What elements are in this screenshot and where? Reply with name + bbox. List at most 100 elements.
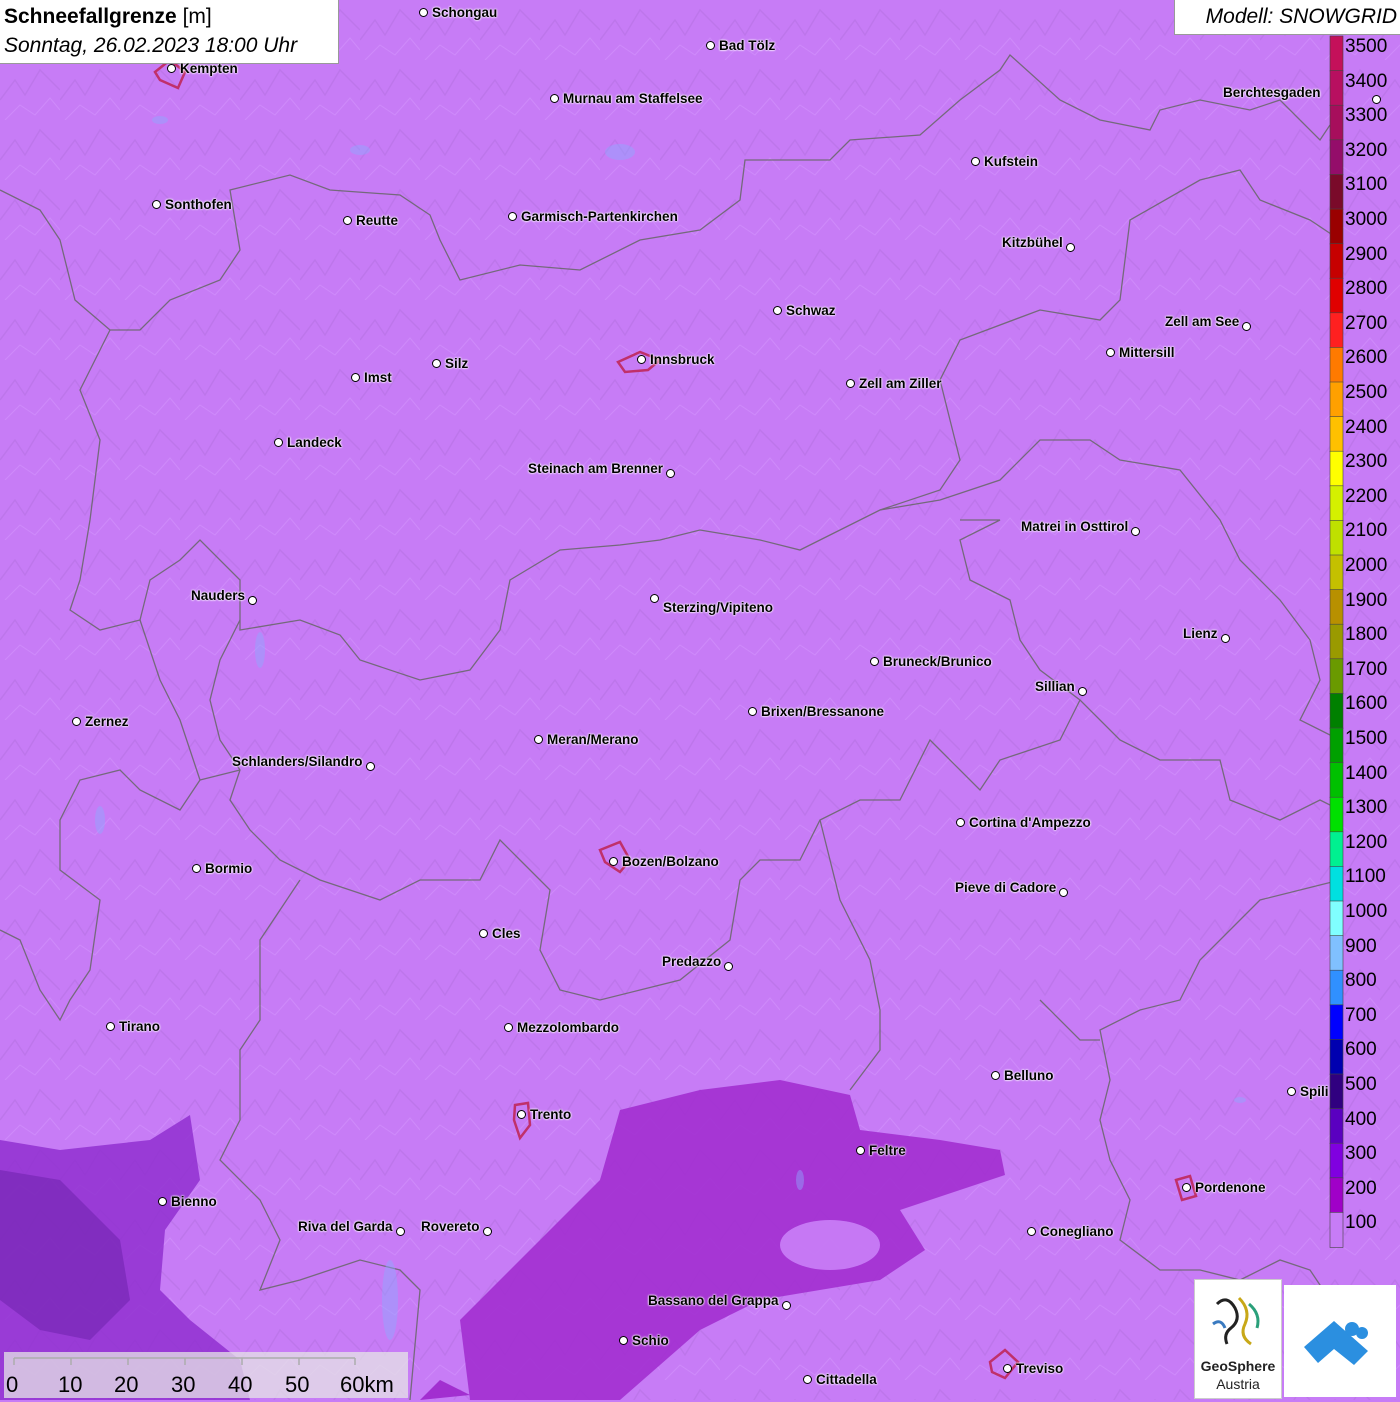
legend-swatch	[1329, 866, 1344, 902]
legend-swatch	[1329, 831, 1344, 868]
geosphere-logo: GeoSphere Austria	[1194, 1279, 1282, 1399]
city-label: Pieve di Cadore	[955, 880, 1057, 895]
city-marker	[724, 962, 733, 971]
legend-label: 900	[1345, 935, 1377, 957]
city-marker	[248, 596, 257, 605]
city-label: Bassano del Grappa	[648, 1293, 779, 1308]
legend-label: 2800	[1345, 278, 1388, 300]
legend-swatch	[1329, 623, 1344, 660]
geosphere-name: GeoSphere	[1200, 1358, 1276, 1374]
city-label: Schio	[632, 1333, 669, 1348]
city-marker	[517, 1110, 526, 1119]
legend-label: 700	[1345, 1004, 1377, 1026]
city-marker	[650, 594, 659, 603]
city-marker	[351, 373, 360, 382]
scale-tick: 30	[171, 1372, 196, 1397]
city-label: Mittersill	[1119, 345, 1175, 360]
city-label: Kempten	[180, 61, 238, 76]
city-label: Silz	[445, 356, 469, 371]
legend-swatch	[1329, 658, 1344, 695]
city-label: Sterzing/Vipiteno	[663, 600, 774, 615]
map-title: Schneefallgrenze [m]	[4, 5, 212, 29]
legend-label: 1200	[1345, 831, 1388, 853]
legend-label: 800	[1345, 970, 1377, 992]
city-marker	[706, 41, 715, 50]
scale-tick: 10	[58, 1372, 83, 1397]
city-label: Lienz	[1183, 626, 1218, 641]
city-label: Sonthofen	[165, 197, 232, 212]
city-marker	[419, 8, 428, 17]
city-marker	[396, 1227, 405, 1236]
legend-label: 2000	[1345, 555, 1388, 576]
legend-swatch	[1329, 762, 1344, 798]
legend-swatch	[1329, 1004, 1344, 1041]
legend-label: 1300	[1345, 797, 1388, 819]
city-marker	[666, 469, 675, 478]
legend-swatch	[1329, 1142, 1344, 1179]
legend-label: 300	[1345, 1143, 1377, 1165]
model-box: Modell: SNOWGRID	[1174, 0, 1400, 35]
city-marker	[782, 1301, 791, 1310]
city-label: Imst	[364, 370, 392, 385]
legend-swatch	[1329, 1039, 1344, 1075]
legend-swatch	[1329, 381, 1344, 418]
city-label: Spili	[1300, 1084, 1329, 1099]
legend-swatch	[1329, 727, 1344, 764]
city-marker	[343, 216, 352, 225]
city-label: Schwaz	[786, 303, 836, 318]
legend-label: 2500	[1345, 382, 1388, 403]
legend-swatch	[1329, 416, 1344, 453]
city-label: Landeck	[287, 435, 342, 450]
legend-swatch	[1329, 554, 1344, 591]
legend-swatch	[1329, 1073, 1344, 1110]
legend-label: 2700	[1345, 312, 1388, 334]
model-label: Modell: SNOWGRID	[1205, 5, 1397, 28]
city-marker	[152, 200, 161, 209]
city-marker	[956, 818, 965, 827]
legend-label: 200	[1345, 1177, 1377, 1199]
city-label: Predazzo	[662, 954, 722, 969]
city-label: Sillian	[1035, 679, 1075, 694]
city-marker	[803, 1375, 812, 1384]
title-text: Schneefallgrenze	[4, 5, 177, 28]
city-marker	[366, 762, 375, 771]
city-marker	[1027, 1227, 1036, 1236]
city-label: Meran/Merano	[547, 732, 639, 747]
city-label: Treviso	[1016, 1361, 1064, 1376]
snow-cloud-icon	[1304, 1321, 1368, 1365]
city-label: Nauders	[191, 588, 246, 603]
legend-swatch	[1329, 1177, 1344, 1214]
scale-tick: 40	[228, 1372, 253, 1397]
title-box: Schneefallgrenze [m] Sonntag, 26.02.2023…	[0, 0, 339, 64]
legend-swatch	[1329, 70, 1344, 106]
city-marker	[432, 359, 441, 368]
legend-swatch	[1329, 935, 1344, 971]
scale-tick: 20	[114, 1372, 139, 1397]
city-marker	[274, 438, 283, 447]
city-marker	[991, 1071, 1000, 1080]
city-label: Zell am Ziller	[859, 376, 942, 391]
city-marker	[1372, 95, 1381, 104]
city-label: Schlanders/Silandro	[232, 754, 363, 769]
city-label: Garmisch-Partenkirchen	[521, 209, 678, 224]
city-label: Feltre	[869, 1143, 906, 1158]
legend-label: 2600	[1345, 347, 1388, 369]
scale-tick: 50	[285, 1372, 310, 1397]
legend-label: 3400	[1345, 70, 1388, 92]
scale-tick: 0	[6, 1372, 19, 1397]
geosphere-country: Austria	[1216, 1376, 1260, 1392]
city-marker	[870, 657, 879, 666]
city-label: Zernez	[85, 714, 129, 729]
city-label: Schongau	[432, 5, 498, 20]
title-unit: [m]	[182, 5, 212, 28]
city-marker	[1182, 1183, 1191, 1192]
legend-swatch	[1329, 485, 1344, 522]
city-label: Reutte	[356, 213, 399, 228]
city-label: Pordenone	[1195, 1180, 1266, 1195]
legend-label: 1600	[1345, 693, 1388, 715]
city-marker	[508, 212, 517, 221]
legend-label: 600	[1345, 1039, 1377, 1061]
geosphere-emblem-icon	[1212, 1296, 1260, 1346]
city-label: Murnau am Staffelsee	[563, 91, 703, 106]
city-label: Berchtesgaden	[1223, 85, 1321, 100]
